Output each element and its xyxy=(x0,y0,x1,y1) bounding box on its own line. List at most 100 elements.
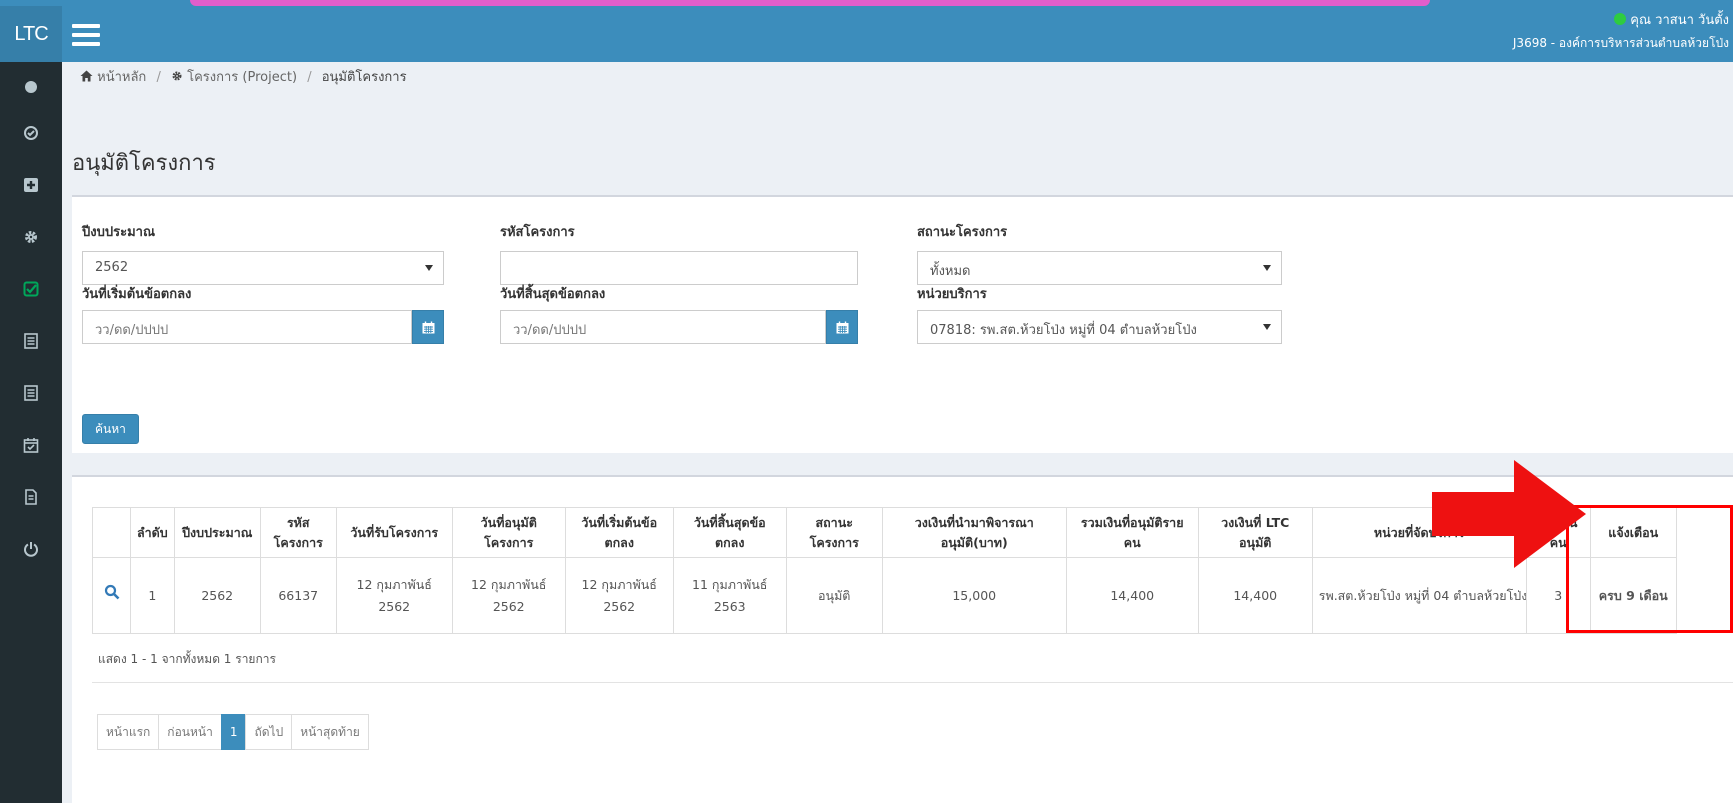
col-ltc: วงเงินที่ LTC อนุมัติ xyxy=(1197,507,1313,558)
search-icon xyxy=(104,584,119,600)
pager-current[interactable]: 1 xyxy=(220,714,247,750)
service-unit-label: หน่วยบริการ xyxy=(917,287,987,302)
col-approved: วันที่อนุมัติโครงการ xyxy=(451,507,566,558)
view-button[interactable] xyxy=(92,557,131,634)
breadcrumb: หน้าหลัก / โครงการ (Project) / อนุมัติโค… xyxy=(80,66,407,87)
hamburger-icon-bar xyxy=(72,42,100,46)
col-alert: แจ้งเตือน xyxy=(1589,507,1677,558)
table-summary: แสดง 1 - 1 จากทั้งหมด 1 รายการ xyxy=(98,652,276,666)
user-menu[interactable]: คุณ วาสนา วันตั้ง J3698 - องค์การบริหารส… xyxy=(1513,10,1729,54)
cell-approved-day: 12 กุมภาพันธ์ xyxy=(471,576,547,592)
col-start: วันที่เริ่มต้นข้อตกลง xyxy=(564,507,674,558)
col-received: วันที่รับโครงการ xyxy=(335,507,453,558)
cell-approved: 12 กุมภาพันธ์ 2562 xyxy=(451,557,566,634)
calendar-icon xyxy=(836,321,848,333)
cell-start-day: 12 กุมภาพันธ์ xyxy=(581,576,657,592)
user-name: คุณ วาสนา วันตั้ง xyxy=(1630,13,1729,28)
start-date-label: วันที่เริ่มต้นข้อตกลง xyxy=(82,287,192,302)
start-date-input[interactable]: วว/ดด/ปปปป xyxy=(82,310,412,344)
check-circle-icon[interactable] xyxy=(22,124,40,142)
col-per-person: รวมเงินที่อนุมัติรายคน xyxy=(1065,507,1199,558)
user-org: J3698 - องค์การบริหารส่วนตำบลห้วยโป่ง xyxy=(1512,36,1729,50)
cell-proposed: 15,000 xyxy=(881,557,1067,634)
red-arrow-annotation xyxy=(1432,460,1586,568)
list-alt-icon[interactable] xyxy=(22,384,40,402)
check-square-icon[interactable] xyxy=(22,280,40,298)
chevron-down-icon xyxy=(1263,324,1271,330)
calendar-icon xyxy=(422,321,434,333)
page-title: อนุมัติโครงการ xyxy=(72,150,216,175)
cell-year: 2562 xyxy=(173,557,261,634)
col-year: ปีงบประมาณ xyxy=(173,507,261,558)
hamburger-icon xyxy=(72,24,100,28)
highlight-strip xyxy=(190,0,1430,6)
plus-square-icon[interactable] xyxy=(22,176,40,194)
breadcrumb-home-link[interactable]: หน้าหลัก xyxy=(97,70,146,85)
budget-year-label: ปีงบประมาณ xyxy=(82,225,155,240)
project-status-label: สถานะโครงการ xyxy=(917,225,1008,240)
filter-panel: ปีงบประมาณ 2562 รหัสโครงการ สถานะโครงการ… xyxy=(72,195,1733,453)
project-code-input[interactable] xyxy=(500,251,858,285)
project-status-select[interactable]: ทั้งหมด xyxy=(917,251,1282,285)
cell-status: อนุมัติ xyxy=(785,557,883,634)
project-status-value: ทั้งหมด xyxy=(930,264,971,279)
end-date-label: วันที่สิ้นสุดข้อตกลง xyxy=(500,287,606,302)
pager-last[interactable]: หน้าสุดท้าย xyxy=(291,714,369,750)
table-row: 1 2562 66137 12 กุมภาพันธ์ 2562 12 กุมภา… xyxy=(92,557,1677,634)
breadcrumb-project-link[interactable]: โครงการ (Project) xyxy=(187,70,297,85)
breadcrumb-current: อนุมัติโครงการ xyxy=(321,70,407,85)
cell-end: 11 กุมภาพันธ์ 2563 xyxy=(672,557,787,634)
cell-per-person: 14,400 xyxy=(1065,557,1199,634)
cell-alert: ครบ 9 เดือน xyxy=(1589,557,1677,634)
cell-end-year: 2563 xyxy=(713,598,746,614)
divider xyxy=(92,682,1733,683)
cell-approved-year: 2562 xyxy=(492,598,525,614)
service-unit-select[interactable]: 07818: รพ.สต.ห้วยโป่ง หมู่ที่ 04 ตำบลห้ว… xyxy=(917,310,1282,344)
circle-icon[interactable] xyxy=(22,78,40,96)
cell-unit: รพ.สต.ห้วยโป่ง หมู่ที่ 04 ตำบลห้วยโป่ง xyxy=(1311,557,1527,634)
cell-code: 66137 xyxy=(259,557,337,634)
service-unit-value: 07818: รพ.สต.ห้วยโป่ง หมู่ที่ 04 ตำบลห้ว… xyxy=(930,323,1197,338)
hamburger-icon-bar xyxy=(72,33,100,37)
sidebar xyxy=(0,62,62,803)
project-code-label: รหัสโครงการ xyxy=(500,225,575,240)
gear-icon[interactable] xyxy=(22,228,40,246)
menu-toggle-button[interactable] xyxy=(72,24,100,46)
home-icon xyxy=(80,70,97,85)
col-view xyxy=(92,507,131,558)
pagination: หน้าแรก ก่อนหน้า 1 ถัดไป หน้าสุดท้าย xyxy=(97,714,369,750)
file-text-icon[interactable] xyxy=(22,488,40,506)
breadcrumb-separator: / xyxy=(156,70,161,85)
cell-people-link[interactable]: 3 xyxy=(1525,557,1591,634)
col-proposed: วงเงินที่นำมาพิจารณาอนุมัติ(บาท) xyxy=(881,507,1067,558)
top-navbar: LTC คุณ วาสนา วันตั้ง J3698 - องค์การบริ… xyxy=(0,0,1733,62)
end-date-calendar-button[interactable] xyxy=(826,310,858,344)
list-icon[interactable] xyxy=(22,332,40,350)
end-date-input[interactable]: วว/ดด/ปปปป xyxy=(500,310,826,344)
online-status-icon xyxy=(1614,13,1627,25)
budget-year-select[interactable]: 2562 xyxy=(82,251,444,285)
search-button[interactable]: ค้นหา xyxy=(82,414,139,444)
breadcrumb-separator: / xyxy=(307,70,312,85)
gear-icon xyxy=(171,70,187,85)
col-end: วันที่สิ้นสุดข้อตกลง xyxy=(672,507,787,558)
col-no: ลำดับ xyxy=(130,507,175,558)
cell-ltc: 14,400 xyxy=(1197,557,1313,634)
cell-end-day: 11 กุมภาพันธ์ xyxy=(692,576,768,592)
chevron-down-icon xyxy=(425,265,433,271)
pager-prev[interactable]: ก่อนหน้า xyxy=(158,714,222,750)
app-logo[interactable]: LTC xyxy=(0,6,62,62)
pager-first[interactable]: หน้าแรก xyxy=(97,714,160,750)
col-status: สถานะโครงการ xyxy=(785,507,883,558)
cell-start-year: 2562 xyxy=(603,598,636,614)
start-date-calendar-button[interactable] xyxy=(412,310,444,344)
budget-year-value: 2562 xyxy=(95,260,129,275)
power-icon[interactable] xyxy=(22,540,40,558)
calendar-check-icon[interactable] xyxy=(22,436,40,454)
cell-start: 12 กุมภาพันธ์ 2562 xyxy=(564,557,674,634)
cell-no: 1 xyxy=(130,557,175,634)
cell-received: 12 กุมภาพันธ์ 2562 xyxy=(335,557,453,634)
chevron-down-icon xyxy=(1263,265,1271,271)
col-code: รหัสโครงการ xyxy=(259,507,337,558)
pager-next[interactable]: ถัดไป xyxy=(245,714,293,750)
